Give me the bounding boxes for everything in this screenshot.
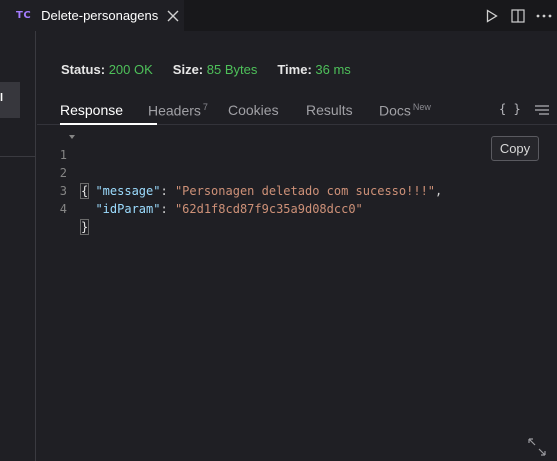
response-status-bar: Status: 200 OK Size: 85 Bytes Time: 36 m… <box>61 62 351 77</box>
tab-headers[interactable]: Headers 7 <box>148 102 208 119</box>
json-key: "message" <box>95 184 161 198</box>
close-brace: } <box>79 219 90 235</box>
editor-tab-bar: TC Delete-personagens <box>0 0 557 31</box>
copy-button[interactable]: Copy <box>491 136 539 161</box>
json-key: "idParam" <box>95 202 161 216</box>
fold-chevron-icon[interactable] <box>69 135 75 139</box>
code-line: 3 "idParam": "62d1f8cd87f9c35a9d08dcc0" <box>37 164 363 216</box>
active-tab-indicator <box>60 123 157 125</box>
tab-cookies[interactable]: Cookies <box>228 102 279 118</box>
json-string-value: "Personagen deletado com sucesso!!!" <box>174 184 436 198</box>
time-info: Time: 36 ms <box>277 62 350 77</box>
sidebar-strip: l <box>0 31 36 461</box>
code-line: 4 } <box>37 182 90 235</box>
close-icon[interactable] <box>167 10 179 22</box>
run-icon[interactable] <box>479 3 505 29</box>
menu-icon[interactable] <box>535 104 549 119</box>
size-value: 85 Bytes <box>206 62 258 77</box>
expand-icon[interactable] <box>527 437 547 460</box>
request-tab[interactable]: TC Delete-personagens <box>0 0 184 31</box>
time-value: 36 ms <box>315 62 351 77</box>
time-label: Time: <box>277 62 312 77</box>
tab-docs[interactable]: Docs New <box>379 102 431 119</box>
thunder-client-logo: TC <box>16 10 32 21</box>
tab-actions <box>479 0 557 31</box>
code-line: 2 "message": "Personagen deletado com su… <box>37 146 443 198</box>
sidebar-divider <box>0 156 35 157</box>
response-body-editor[interactable]: 1 { 2 "message": "Personagen deletado co… <box>37 126 557 461</box>
tab-results[interactable]: Results <box>306 102 353 118</box>
sidebar-item-label: l <box>0 92 4 104</box>
split-editor-icon[interactable] <box>505 3 531 29</box>
sidebar-active-item[interactable]: l <box>0 82 20 118</box>
docs-new-badge: New <box>412 102 431 112</box>
json-string-value: "62d1f8cd87f9c35a9d08dcc0" <box>174 202 363 216</box>
code-line: 1 { <box>37 128 90 199</box>
status-label: Status: <box>61 62 106 77</box>
tab-response[interactable]: Response <box>60 102 123 118</box>
size-label: Size: <box>172 62 204 77</box>
size-info: Size: 85 Bytes <box>173 62 258 77</box>
format-json-button[interactable]: { } <box>499 102 521 116</box>
more-actions-icon[interactable] <box>531 3 557 29</box>
status-value: 200 OK <box>108 62 153 77</box>
tab-title: Delete-personagens <box>41 8 159 23</box>
headers-count-badge: 7 <box>202 102 208 112</box>
response-tabs: Response Headers 7 Cookies Results Docs Ne… <box>37 96 557 125</box>
line-number: 4 <box>59 202 67 216</box>
status-info: Status: 200 OK <box>61 62 153 77</box>
